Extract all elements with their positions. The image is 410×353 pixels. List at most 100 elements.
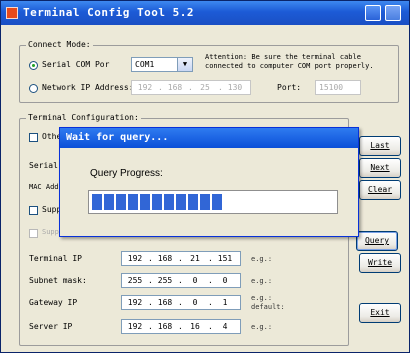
ip-octet: 255 (127, 276, 143, 285)
ip-dot: . (178, 276, 183, 285)
query-button[interactable]: Query (356, 231, 398, 251)
title-bar: Terminal Config Tool 5.2 (1, 1, 409, 25)
ip-octet: 168 (167, 83, 183, 92)
ip-octet: 130 (227, 83, 243, 92)
query-progress-label: Query Progress: (90, 168, 163, 179)
exit-button[interactable]: Exit (359, 303, 401, 323)
minimize-button[interactable] (365, 5, 381, 21)
port-label: Port: (277, 83, 302, 92)
ip-octet: 255 (157, 276, 173, 285)
window-title: Terminal Config Tool 5.2 (23, 6, 194, 19)
last-button-label: Last (370, 141, 390, 150)
ip-row-label: Gateway IP (29, 298, 78, 307)
ip-octet: 192 (137, 83, 153, 92)
terminal-config-legend: Terminal Configuration: (26, 113, 141, 122)
progress-segment (116, 194, 126, 210)
progress-segment (152, 194, 162, 210)
com-port-select[interactable]: COM1 ▼ (131, 57, 193, 72)
network-ip-input[interactable]: 192 . 168 . 25 . 130 (131, 80, 251, 95)
ip-dot: . (208, 276, 213, 285)
ip-octet: 192 (127, 254, 143, 263)
progress-segment (188, 194, 198, 210)
support-checkbox-1[interactable] (29, 206, 38, 215)
ip-octet: 151 (217, 254, 233, 263)
ip-dot: . (148, 276, 153, 285)
query-progress-bar (88, 190, 338, 214)
next-button[interactable]: Next (359, 158, 401, 178)
ip-octet: 192 (127, 298, 143, 307)
attention-line-2: connected to computer COM port properly. (205, 62, 374, 70)
ip-octet: 168 (157, 322, 173, 331)
ip-dot: . (208, 322, 213, 331)
chevron-down-icon[interactable]: ▼ (177, 58, 192, 71)
progress-segment (212, 194, 222, 210)
ip-octet: 4 (222, 322, 228, 331)
progress-segment (92, 194, 102, 210)
ip-row-label: Subnet mask: (29, 276, 87, 285)
ip-dot: . (148, 254, 153, 263)
clear-button[interactable]: Clear (359, 180, 401, 200)
ip-octet: 0 (192, 276, 198, 285)
ip-dot: . (148, 322, 153, 331)
ip-dot: . (178, 298, 183, 307)
ip-row-hint: e.g.: (251, 277, 273, 285)
ip-row-hint-secondary: default: (251, 303, 285, 311)
ip-octet: 1 (222, 298, 228, 307)
last-button[interactable]: Last (359, 136, 401, 156)
mac-address-label: MAC Addr (29, 183, 63, 191)
ip-dot: . (148, 298, 153, 307)
ip-row-input[interactable]: 255. 255. 0. 0 (121, 273, 241, 288)
ip-octet: 16 (190, 322, 200, 331)
ip-row-label: Terminal IP (29, 254, 82, 263)
ip-octet: 168 (157, 254, 173, 263)
ip-dot: . (208, 254, 213, 263)
ip-octet: 21 (190, 254, 200, 263)
serial-label: Serial (29, 161, 58, 170)
serial-com-label: Serial COM Por (42, 60, 110, 69)
ip-row-hint: e.g.: (251, 294, 273, 302)
progress-segment (164, 194, 174, 210)
network-ip-radio[interactable] (29, 84, 38, 93)
ip-row-input[interactable]: 192. 168. 21. 151 (121, 251, 241, 266)
support-checkbox-2 (29, 229, 38, 238)
ip-octet: 25 (200, 83, 210, 92)
ip-octet: 0 (222, 276, 228, 285)
ip-row-input[interactable]: 192. 168. 16. 4 (121, 319, 241, 334)
other-checkbox[interactable] (29, 133, 38, 142)
dialog-title: Wait for query... (60, 128, 358, 148)
ip-row-hint: e.g.: (251, 255, 273, 263)
ip-dot: . (178, 254, 183, 263)
clear-button-label: Clear (367, 185, 393, 194)
ip-dot: . (218, 83, 223, 92)
ip-row-hint: e.g.: (251, 323, 273, 331)
port-input[interactable]: 15100 (315, 80, 361, 95)
write-button-label: Write (367, 258, 393, 267)
attention-line-1: Attention: Be sure the terminal cable (205, 53, 361, 61)
ip-octet: 192 (127, 322, 143, 331)
write-button[interactable]: Write (359, 253, 401, 273)
progress-segment (140, 194, 150, 210)
query-progress-dialog: Wait for query... Query Progress: (59, 127, 359, 237)
ip-dot: . (208, 298, 213, 307)
ip-dot: . (188, 83, 193, 92)
progress-segment (176, 194, 186, 210)
progress-segment (200, 194, 210, 210)
next-button-label: Next (370, 163, 390, 172)
ip-row-input[interactable]: 192. 168. 0. 1 (121, 295, 241, 310)
ip-octet: 168 (157, 298, 173, 307)
exit-button-label: Exit (370, 308, 390, 317)
maximize-button[interactable] (385, 5, 401, 21)
ip-dot: . (158, 83, 163, 92)
serial-com-radio[interactable] (29, 61, 38, 70)
ip-octet: 0 (192, 298, 198, 307)
network-ip-label: Network IP Address: (42, 83, 134, 92)
app-icon (6, 7, 18, 19)
progress-segment (104, 194, 114, 210)
ip-dot: . (178, 322, 183, 331)
query-button-label: Query (364, 236, 390, 245)
com-port-value: COM1 (135, 60, 155, 69)
ip-row-label: Server IP (29, 322, 73, 331)
connect-mode-legend: Connect Mode: (26, 40, 93, 49)
main-window: Terminal Config Tool 5.2 Connect Mode: S… (0, 0, 410, 353)
progress-segment (128, 194, 138, 210)
